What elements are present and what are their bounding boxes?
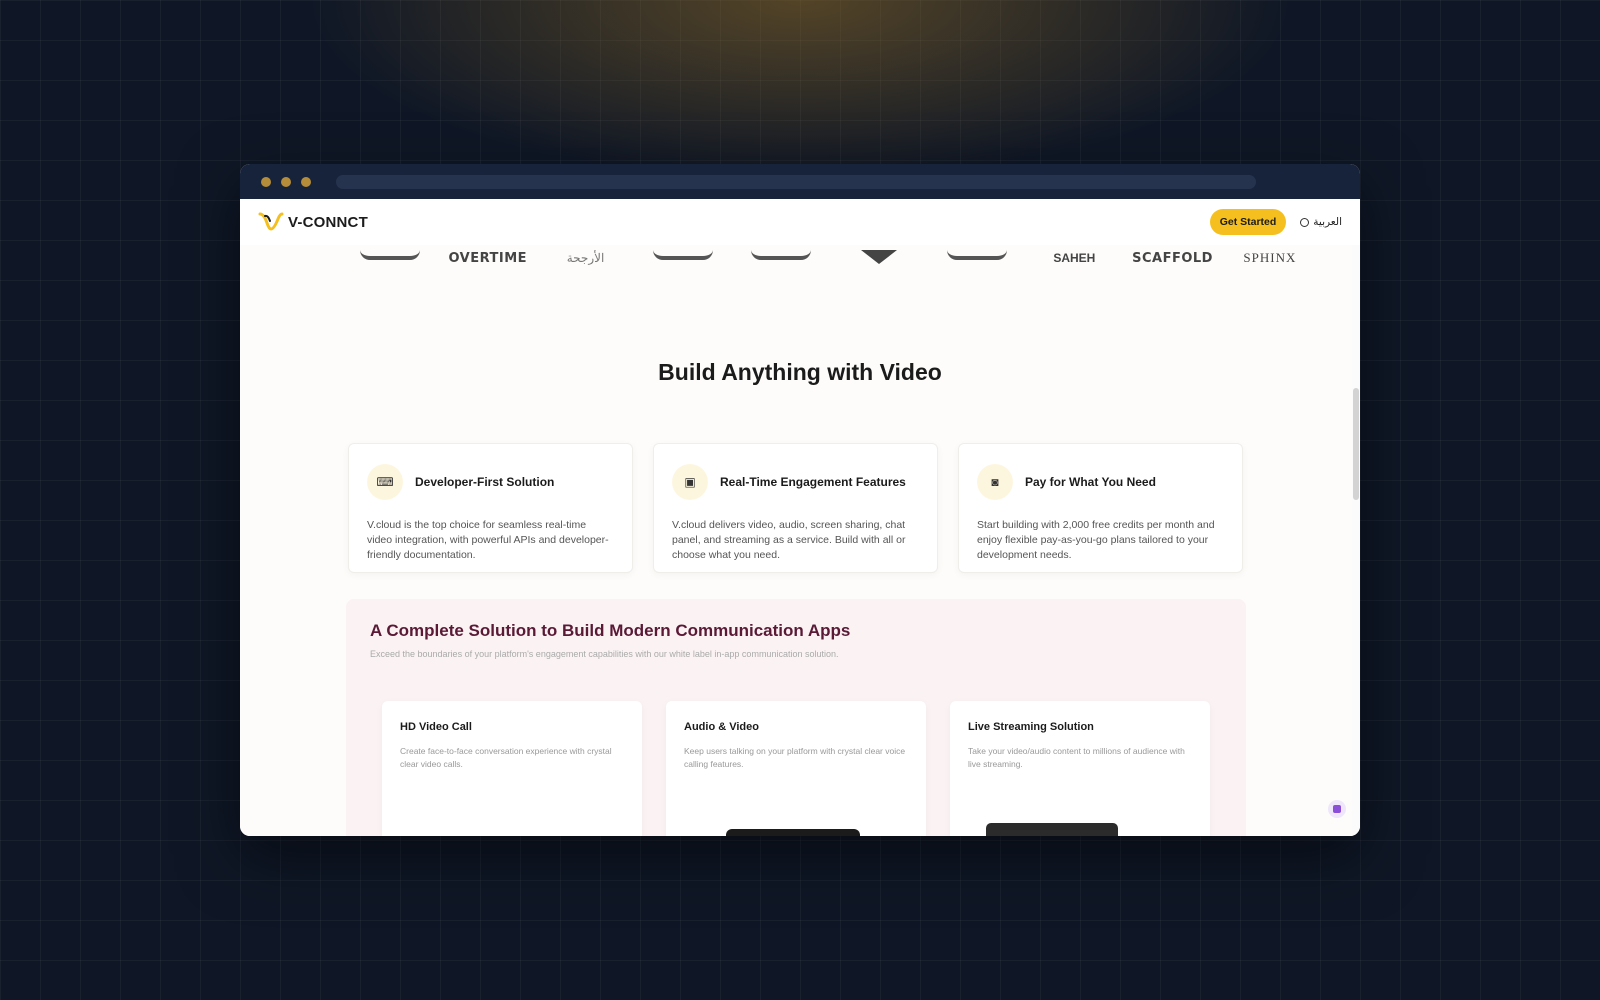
chat-icon (1333, 805, 1341, 813)
payment-icon: ◙ (977, 464, 1013, 500)
card-title: HD Video Call (400, 721, 472, 733)
partner-logo (741, 250, 821, 266)
card-description: Keep users talking on your platform with… (684, 746, 906, 769)
features-row: ⌨ Developer-First Solution V.cloud is th… (348, 443, 1243, 573)
tablet-mockup (986, 823, 1118, 836)
language-switcher[interactable]: العربية (1300, 216, 1342, 228)
partner-logo-overtime: OVERTIME (448, 250, 528, 266)
partner-logos: OVERTIME الأرجحة SAHEH SCAFFOLD SPHINX (350, 243, 1310, 273)
partner-logo (350, 250, 430, 266)
partner-logo-arabic: الأرجحة (566, 251, 605, 265)
solution-cards: HD Video Call Create face-to-face conver… (382, 701, 1210, 836)
logo-mark-icon (258, 212, 284, 231)
feature-description: V.cloud is the top choice for seamless r… (367, 519, 609, 561)
partner-logo-saheh: SAHEH (1053, 251, 1096, 265)
scrollbar-thumb[interactable] (1353, 388, 1359, 500)
feature-title: Developer-First Solution (415, 475, 555, 489)
developer-icon: ⌨ (367, 464, 403, 500)
logo-text: V-CONNCT (288, 213, 368, 231)
feature-card: ⌨ Developer-First Solution V.cloud is th… (348, 443, 633, 573)
solution-card[interactable]: Audio & Video Keep users talking on your… (666, 701, 926, 836)
feature-card: ◙ Pay for What You Need Start building w… (958, 443, 1243, 573)
address-bar[interactable] (336, 175, 1256, 189)
section-title: Build Anything with Video (658, 359, 942, 385)
partner-logo (643, 250, 723, 266)
card-description: Take your video/audio content to million… (968, 746, 1185, 769)
feature-card: ▣ Real-Time Engagement Features V.cloud … (653, 443, 938, 573)
feature-title: Real-Time Engagement Features (720, 475, 906, 489)
card-description: Create face-to-face conversation experie… (400, 746, 612, 769)
solution-card[interactable]: HD Video Call Create face-to-face conver… (382, 701, 642, 836)
solution-card[interactable]: Live Streaming Solution Take your video/… (950, 701, 1210, 836)
partner-logo (937, 250, 1017, 266)
window-controls (261, 177, 311, 187)
browser-chrome (240, 164, 1360, 199)
feature-description: V.cloud delivers video, audio, screen sh… (672, 519, 906, 561)
scrollbar[interactable] (1352, 245, 1360, 836)
partner-logo (839, 250, 919, 266)
site-logo[interactable]: V-CONNCT (258, 211, 368, 233)
solution-subtitle: Exceed the boundaries of your platform's… (370, 649, 839, 659)
engagement-icon: ▣ (672, 464, 708, 500)
language-label: العربية (1313, 216, 1342, 228)
solution-title: A Complete Solution to Build Modern Comm… (370, 621, 851, 640)
partner-logo-scaffold: SCAFFOLD (1132, 250, 1213, 266)
top-navbar: V-CONNCT Get Started العربية (240, 199, 1360, 245)
get-started-button[interactable]: Get Started (1209, 209, 1287, 235)
browser-window: OVERTIME الأرجحة SAHEH SCAFFOLD SPHINX V… (240, 164, 1360, 836)
feature-description: Start building with 2,000 free credits p… (977, 519, 1215, 561)
close-dot[interactable] (261, 177, 271, 187)
page-viewport: OVERTIME الأرجحة SAHEH SCAFFOLD SPHINX V… (240, 199, 1360, 836)
chat-widget-button[interactable] (1328, 800, 1346, 818)
card-title: Live Streaming Solution (968, 721, 1094, 733)
card-title: Audio & Video (684, 721, 759, 733)
maximize-dot[interactable] (301, 177, 311, 187)
globe-icon (1300, 217, 1310, 227)
phone-mockup (726, 829, 860, 836)
partner-logo-sphinx: SPHINX (1243, 250, 1297, 265)
solution-section: A Complete Solution to Build Modern Comm… (346, 599, 1246, 836)
minimize-dot[interactable] (281, 177, 291, 187)
feature-title: Pay for What You Need (1025, 475, 1156, 489)
